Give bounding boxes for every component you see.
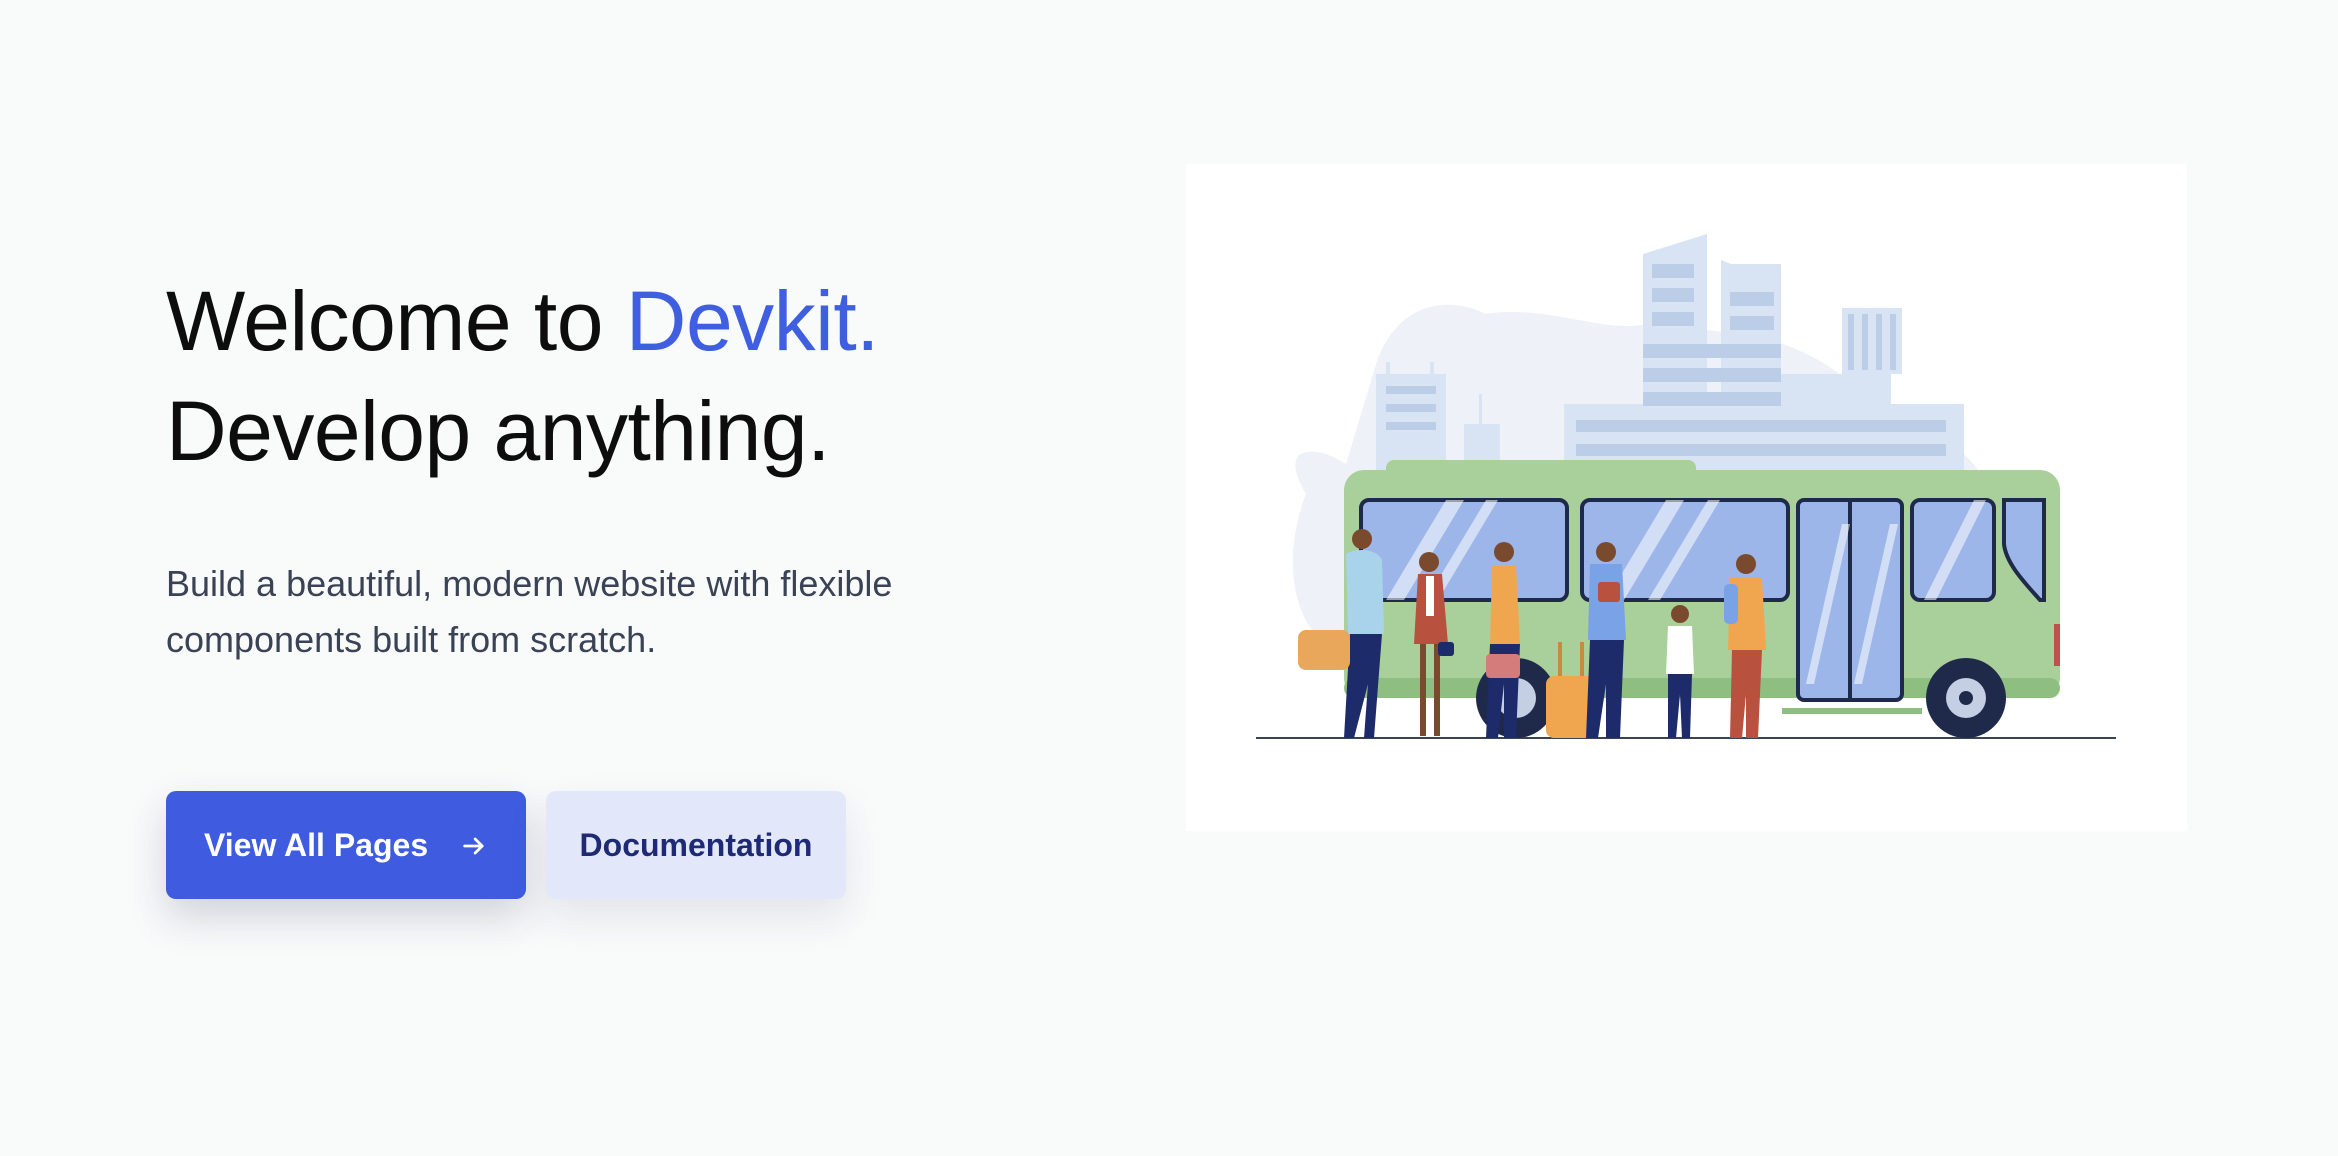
documentation-button[interactable]: Documentation — [546, 791, 846, 899]
hero-actions: View All Pages Documentation — [166, 791, 846, 899]
hero-subtext: Build a beautiful, modern website with f… — [166, 563, 893, 660]
view-all-pages-label: View All Pages — [204, 826, 429, 863]
bus — [1344, 460, 2060, 738]
view-all-pages-button[interactable]: View All Pages — [166, 791, 526, 899]
hero-text: Welcome to Devkit. Develop anything. Bui… — [166, 266, 1066, 668]
hero-illustration-card — [1186, 164, 2187, 831]
page-title: Welcome to Devkit. Develop anything. — [166, 266, 1066, 486]
headline-prefix: Welcome to — [166, 274, 626, 368]
documentation-label: Documentation — [579, 826, 813, 863]
people-boarding-bus-illustration — [1256, 234, 2116, 739]
headline-line2: Develop anything. — [166, 384, 830, 478]
headline-brand: Devkit. — [625, 274, 880, 368]
arrow-right-icon — [460, 831, 488, 859]
